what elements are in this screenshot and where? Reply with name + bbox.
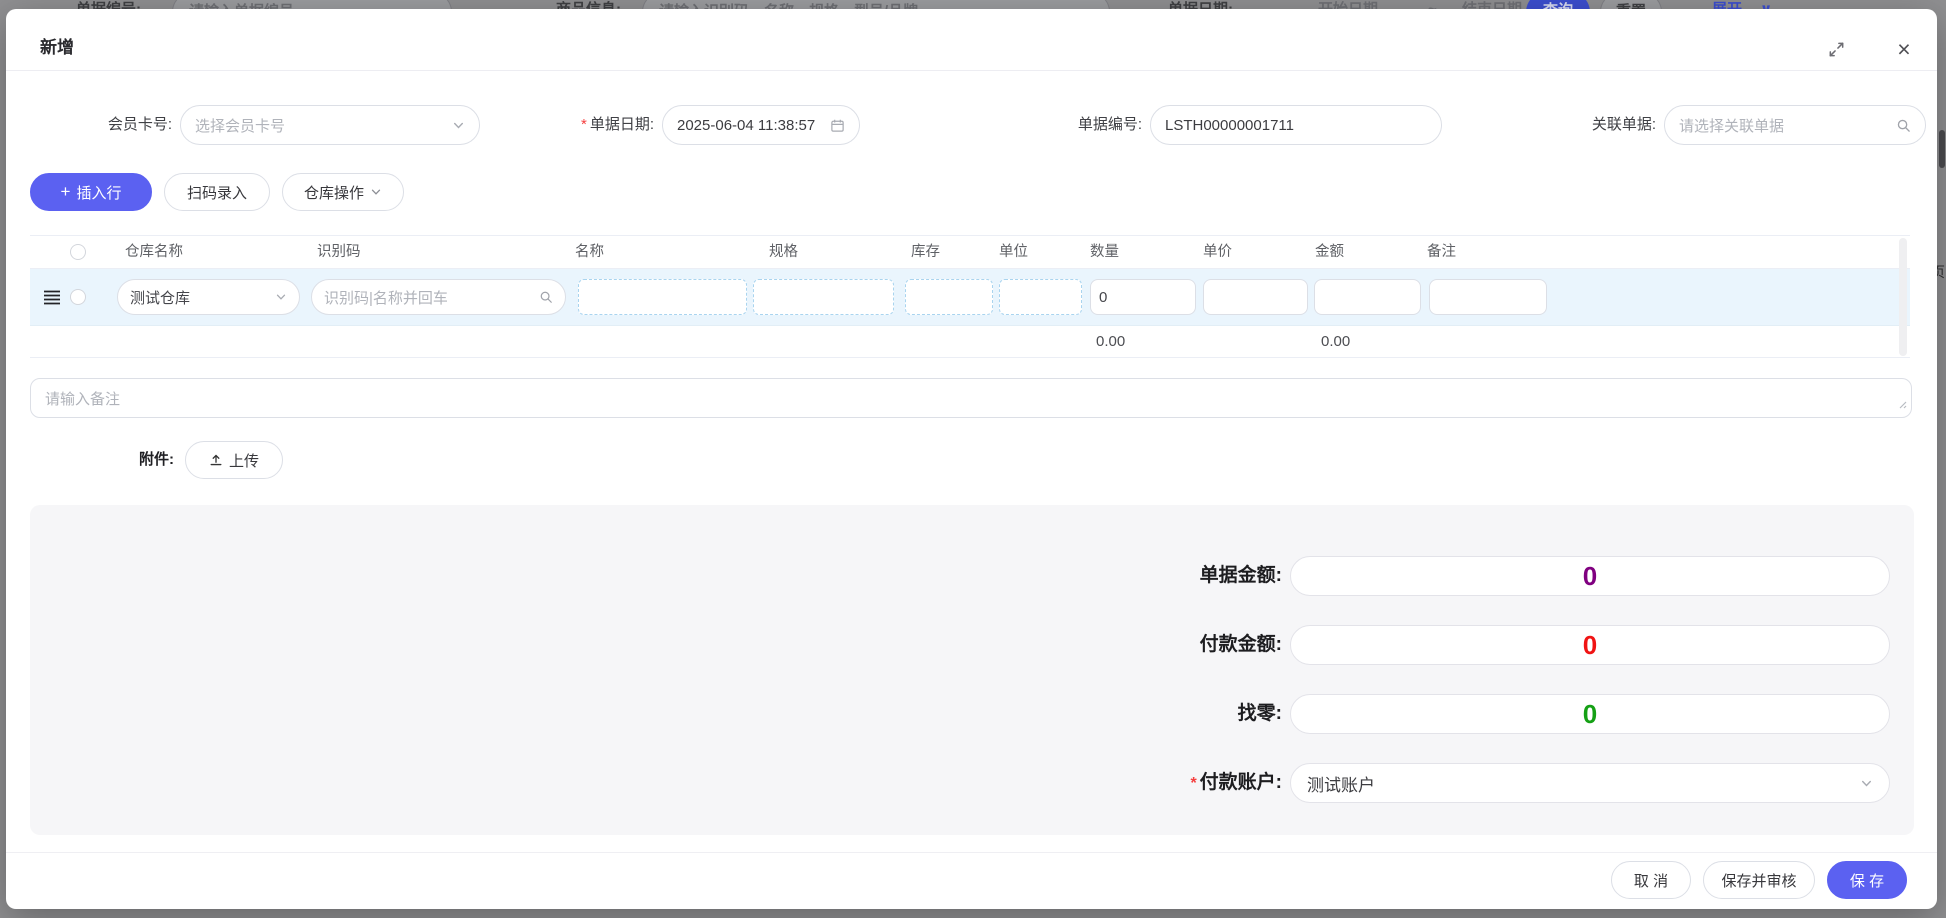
member-card-select[interactable]: 选择会员卡号 — [180, 105, 480, 145]
remark-textarea[interactable]: 请输入备注 — [30, 378, 1912, 418]
summary-panel: 单据金额: 0 付款金额: 0 找零: 0 *付款账户: 测试账户 — [30, 505, 1914, 835]
doc-amount-value: 0 — [1583, 561, 1597, 592]
resize-handle-icon[interactable] — [1897, 396, 1907, 413]
insert-row-button[interactable]: + 插入行 — [30, 173, 152, 211]
table-row: 测试仓库 识别码|名称并回车 0 — [30, 269, 1910, 326]
col-code: 识别码 — [317, 236, 361, 269]
chevron-down-icon — [275, 291, 287, 303]
col-spec: 规格 — [769, 236, 798, 269]
member-card-placeholder: 选择会员卡号 — [195, 115, 452, 136]
col-stock: 库存 — [911, 236, 940, 269]
row-name-input[interactable] — [578, 279, 747, 315]
row-remark-input[interactable] — [1429, 279, 1547, 315]
col-amount: 金额 — [1315, 236, 1344, 269]
save-and-audit-label: 保存并审核 — [1721, 870, 1796, 891]
chevron-down-icon — [370, 186, 382, 198]
required-asterisk: * — [581, 116, 587, 133]
chevron-down-icon — [452, 119, 465, 132]
row-warehouse-value: 测试仓库 — [130, 287, 275, 308]
warehouse-ops-button[interactable]: 仓库操作 — [282, 173, 404, 211]
doc-amount-label: 单据金额: — [1050, 556, 1282, 596]
attachment-label: 附件: — [106, 441, 174, 479]
plus-icon: + — [61, 183, 71, 200]
member-card-label: 会员卡号: — [66, 105, 172, 145]
table-summary-row: 0.00 0.00 — [30, 326, 1910, 358]
col-qty: 数量 — [1090, 236, 1119, 269]
header-divider — [6, 70, 1937, 71]
row-qty-input[interactable]: 0 — [1090, 279, 1196, 315]
save-label: 保 存 — [1850, 870, 1884, 891]
scan-entry-button[interactable]: 扫码录入 — [164, 173, 270, 211]
row-code-input[interactable]: 识别码|名称并回车 — [311, 279, 566, 315]
pay-account-select[interactable]: 测试账户 — [1290, 763, 1890, 803]
row-amount-input[interactable] — [1314, 279, 1421, 315]
search-icon — [1896, 118, 1911, 133]
header-radio[interactable] — [70, 244, 86, 260]
related-doc-label: 关联单据: — [1486, 105, 1656, 145]
screen: 单据编号: 请输入单据编号 商品信息: 请输入识别码、名称、规格、型号/品牌 单… — [0, 0, 1946, 918]
doc-amount-input[interactable]: 0 — [1290, 556, 1890, 596]
upload-button[interactable]: 上传 — [185, 441, 283, 479]
cancel-label: 取 消 — [1634, 870, 1668, 891]
pay-account-label-text: 付款账户: — [1200, 772, 1282, 793]
fullscreen-button[interactable] — [1824, 37, 1848, 61]
close-button[interactable]: × — [1892, 37, 1916, 61]
change-label: 找零: — [1050, 694, 1282, 734]
scan-entry-label: 扫码录入 — [187, 182, 247, 203]
insert-row-label: 插入行 — [76, 182, 121, 203]
doc-date-label: *单据日期: — [486, 105, 654, 145]
change-input[interactable]: 0 — [1290, 694, 1890, 734]
chevron-down-icon — [1860, 777, 1873, 790]
warehouse-ops-label: 仓库操作 — [304, 182, 364, 203]
pay-amount-label: 付款金额: — [1050, 625, 1282, 665]
doc-no-label: 单据编号: — [966, 105, 1142, 145]
row-qty-value: 0 — [1099, 289, 1107, 306]
pay-account-value: 测试账户 — [1307, 771, 1860, 796]
close-icon: × — [1897, 37, 1910, 61]
pay-account-label: *付款账户: — [1050, 763, 1282, 803]
related-doc-placeholder: 请选择关联单据 — [1679, 115, 1896, 136]
required-asterisk: * — [1190, 775, 1196, 792]
related-doc-input[interactable]: 请选择关联单据 — [1664, 105, 1926, 145]
upload-label: 上传 — [229, 450, 259, 471]
doc-date-value: 2025-06-04 11:38:57 — [677, 117, 830, 134]
table-header-row: 仓库名称 识别码 名称 规格 库存 单位 数量 单价 金额 备注 — [30, 236, 1910, 269]
col-price: 单价 — [1203, 236, 1232, 269]
doc-date-label-text: 单据日期: — [590, 116, 654, 133]
search-icon — [539, 290, 553, 304]
row-stock-input[interactable] — [905, 279, 993, 315]
row-price-input[interactable] — [1203, 279, 1308, 315]
table-scrollbar[interactable] — [1899, 238, 1907, 356]
cancel-button[interactable]: 取 消 — [1611, 861, 1691, 899]
qty-total: 0.00 — [1096, 326, 1125, 358]
drag-handle-icon[interactable] — [43, 290, 61, 310]
doc-no-value: LSTH00000001711 — [1165, 117, 1294, 134]
row-warehouse-select[interactable]: 测试仓库 — [117, 279, 300, 315]
modal-title: 新增 — [40, 33, 74, 58]
change-value: 0 — [1583, 699, 1597, 730]
items-table: 仓库名称 识别码 名称 规格 库存 单位 数量 单价 金额 备注 测试仓库 — [30, 235, 1910, 358]
row-code-placeholder: 识别码|名称并回车 — [324, 287, 539, 308]
upload-icon — [209, 453, 223, 467]
new-record-modal: 新增 × 会员卡号: 选择会员卡号 *单据日期: 2025-06-04 11:3… — [6, 9, 1937, 909]
doc-no-input[interactable]: LSTH00000001711 — [1150, 105, 1442, 145]
pay-amount-input[interactable]: 0 — [1290, 625, 1890, 665]
save-and-audit-button[interactable]: 保存并审核 — [1703, 861, 1815, 899]
row-spec-input[interactable] — [753, 279, 894, 315]
save-button[interactable]: 保 存 — [1827, 861, 1907, 899]
col-remark: 备注 — [1427, 236, 1456, 269]
fullscreen-icon — [1827, 40, 1846, 59]
col-name: 名称 — [575, 236, 604, 269]
calendar-icon — [830, 118, 845, 133]
doc-date-input[interactable]: 2025-06-04 11:38:57 — [662, 105, 860, 145]
footer-divider — [6, 852, 1937, 853]
amount-total: 0.00 — [1321, 326, 1350, 358]
row-unit-input[interactable] — [999, 279, 1082, 315]
col-unit: 单位 — [999, 236, 1028, 269]
row-radio[interactable] — [70, 289, 86, 305]
pay-amount-value: 0 — [1583, 630, 1597, 661]
col-warehouse: 仓库名称 — [125, 236, 183, 269]
remark-placeholder: 请输入备注 — [45, 391, 120, 408]
bg-scrollbar-thumb — [1939, 130, 1945, 168]
